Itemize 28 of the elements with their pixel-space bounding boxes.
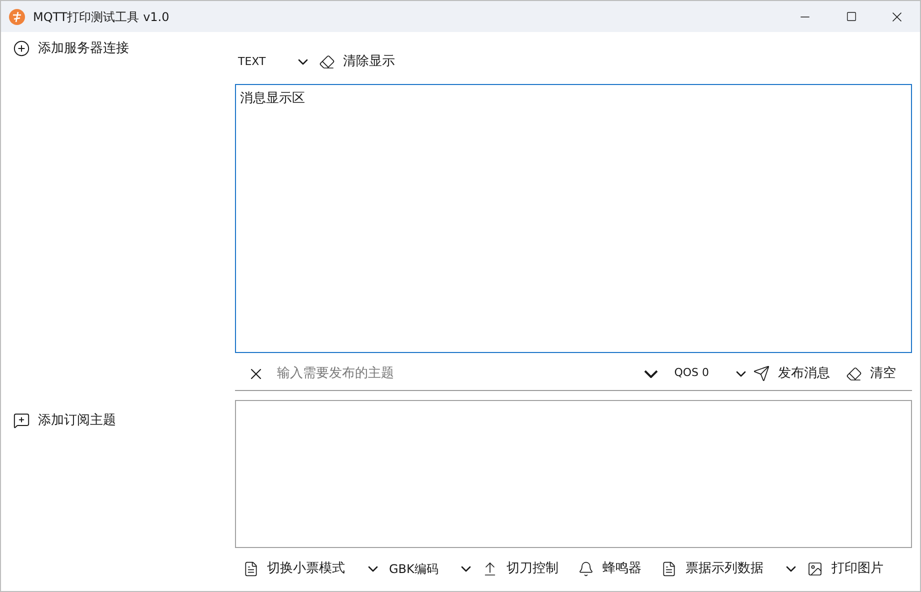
send-icon [753, 365, 770, 382]
encoding-dropdown[interactable]: GBK编码 [385, 560, 442, 578]
toolbar-button[interactable]: 蜂鸣器 [574, 559, 646, 578]
window-title: MQTT打印测试工具 v1.0 [33, 8, 170, 26]
add-connection-button[interactable]: 添加服务器连接 [13, 39, 129, 58]
receipt-icon [243, 560, 259, 577]
format-dropdown[interactable]: TEXT [235, 54, 311, 70]
clear-display-button[interactable]: 清除显示 [319, 52, 395, 72]
message-input[interactable] [235, 400, 912, 548]
topic-field[interactable]: 输入需要发布的主题 [277, 364, 644, 384]
qos-dropdown[interactable]: QOS 0 [644, 365, 709, 382]
toolbar-button[interactable]: 打印图片 [803, 559, 888, 578]
toolbar-button[interactable]: 切换小票模式 [239, 559, 349, 578]
add-subscription-button[interactable]: 添加订阅主题 [13, 410, 116, 430]
eraser-icon [846, 366, 862, 382]
publish-button[interactable]: 发布消息 [753, 364, 830, 384]
message-display[interactable]: 消息显示区 [235, 84, 912, 353]
app-logo-icon [9, 8, 25, 24]
toolbar-button[interactable]: 切刀控制 [478, 559, 562, 578]
eraser-icon [319, 54, 335, 70]
bell-icon [578, 560, 594, 577]
clear-button[interactable]: 清空 [846, 364, 896, 384]
receipt-icon [661, 560, 678, 577]
toolbar-button[interactable]: 票据示列数据 [657, 559, 768, 578]
chevron-down-icon [644, 370, 658, 378]
image-icon [807, 560, 824, 577]
plus-icon [13, 40, 30, 58]
maximize-icon[interactable] [846, 11, 856, 22]
